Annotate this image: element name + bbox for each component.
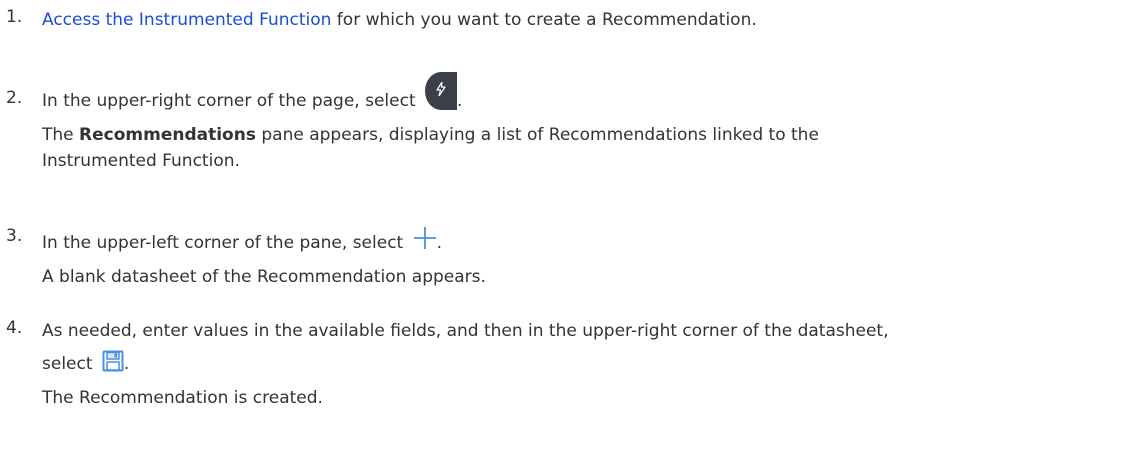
step-2: 2. In the upper-right corner of the page… xyxy=(0,66,1145,174)
step-1: 1. Access the Instrumented Function for … xyxy=(0,7,1145,33)
step-3: 3. In the upper-left corner of the pane,… xyxy=(0,226,1145,290)
step-result: A blank datasheet of the Recommendation … xyxy=(42,267,486,287)
step-text-end: . xyxy=(457,91,463,111)
access-instrumented-function-link[interactable]: Access the Instrumented Function xyxy=(42,10,331,30)
step-text: for which you want to create a Recommend… xyxy=(331,10,757,30)
step-4: 4. As needed, enter values in the availa… xyxy=(0,318,1145,411)
step-text-end: . xyxy=(436,233,443,253)
recommendations-icon xyxy=(425,72,458,110)
step-text: In the upper-right corner of the page, s… xyxy=(42,91,422,111)
step-result: The Recommendations pane appears, displa… xyxy=(42,125,819,171)
recommendations-pane-label: Recommendations xyxy=(79,125,256,145)
step-result: The Recommendation is created. xyxy=(42,388,323,408)
step-number: 4. xyxy=(6,318,23,338)
step-text: In the upper-left corner of the pane, se… xyxy=(42,233,409,253)
step-number: 2. xyxy=(6,88,23,108)
step-number: 3. xyxy=(6,226,23,246)
plus-icon xyxy=(413,226,437,250)
step-number: 1. xyxy=(6,7,23,27)
step-text-end: . xyxy=(123,354,130,374)
step-text: As needed, enter values in the available… xyxy=(42,321,889,341)
save-icon xyxy=(102,350,124,372)
step-text: select xyxy=(42,354,98,374)
